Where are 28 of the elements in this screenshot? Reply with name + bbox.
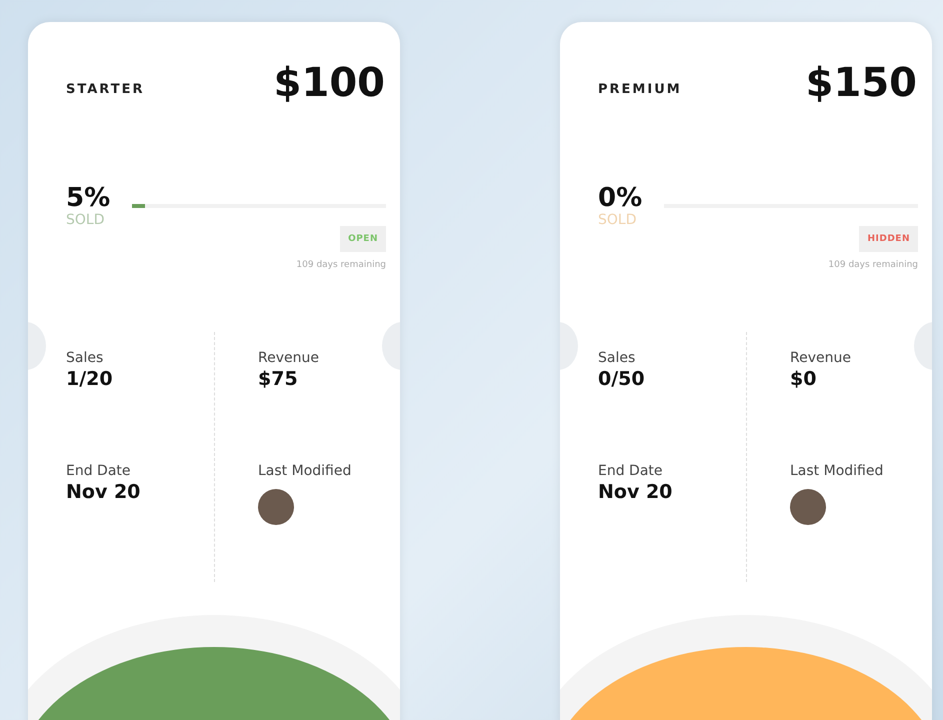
avatar	[790, 489, 826, 525]
stat-label: Revenue	[790, 350, 852, 366]
sold-percent: 0%	[598, 184, 642, 213]
sold-label: SOLD	[598, 212, 638, 227]
status-badge: HIDDEN	[859, 226, 918, 252]
stat-label: Sales	[66, 350, 104, 366]
days-remaining: 109 days remaining	[296, 260, 386, 270]
price: $100	[274, 60, 385, 106]
sold-label: SOLD	[66, 212, 106, 227]
stat-value: $75	[258, 368, 299, 390]
stat-value: 1/20	[66, 368, 114, 390]
days-remaining: 109 days remaining	[828, 260, 918, 270]
tier-name: STARTER	[66, 82, 144, 97]
status-badge: OPEN	[340, 226, 386, 252]
stat-value: 0/50	[598, 368, 646, 390]
stat-label: Revenue	[258, 350, 320, 366]
avatar	[258, 489, 294, 525]
sold-percent: 5%	[66, 184, 110, 213]
stat-value: Nov 20	[66, 481, 142, 503]
price: $150	[806, 60, 917, 106]
stat-label: End Date	[66, 463, 132, 479]
stat-label: End Date	[598, 463, 664, 479]
tier-name: PREMIUM	[598, 82, 682, 97]
stat-value: Nov 20	[598, 481, 674, 503]
stat-label: Sales	[598, 350, 636, 366]
stat-label: Last Modified	[790, 463, 884, 479]
stat-value: $0	[790, 368, 818, 390]
stat-label: Last Modified	[258, 463, 352, 479]
